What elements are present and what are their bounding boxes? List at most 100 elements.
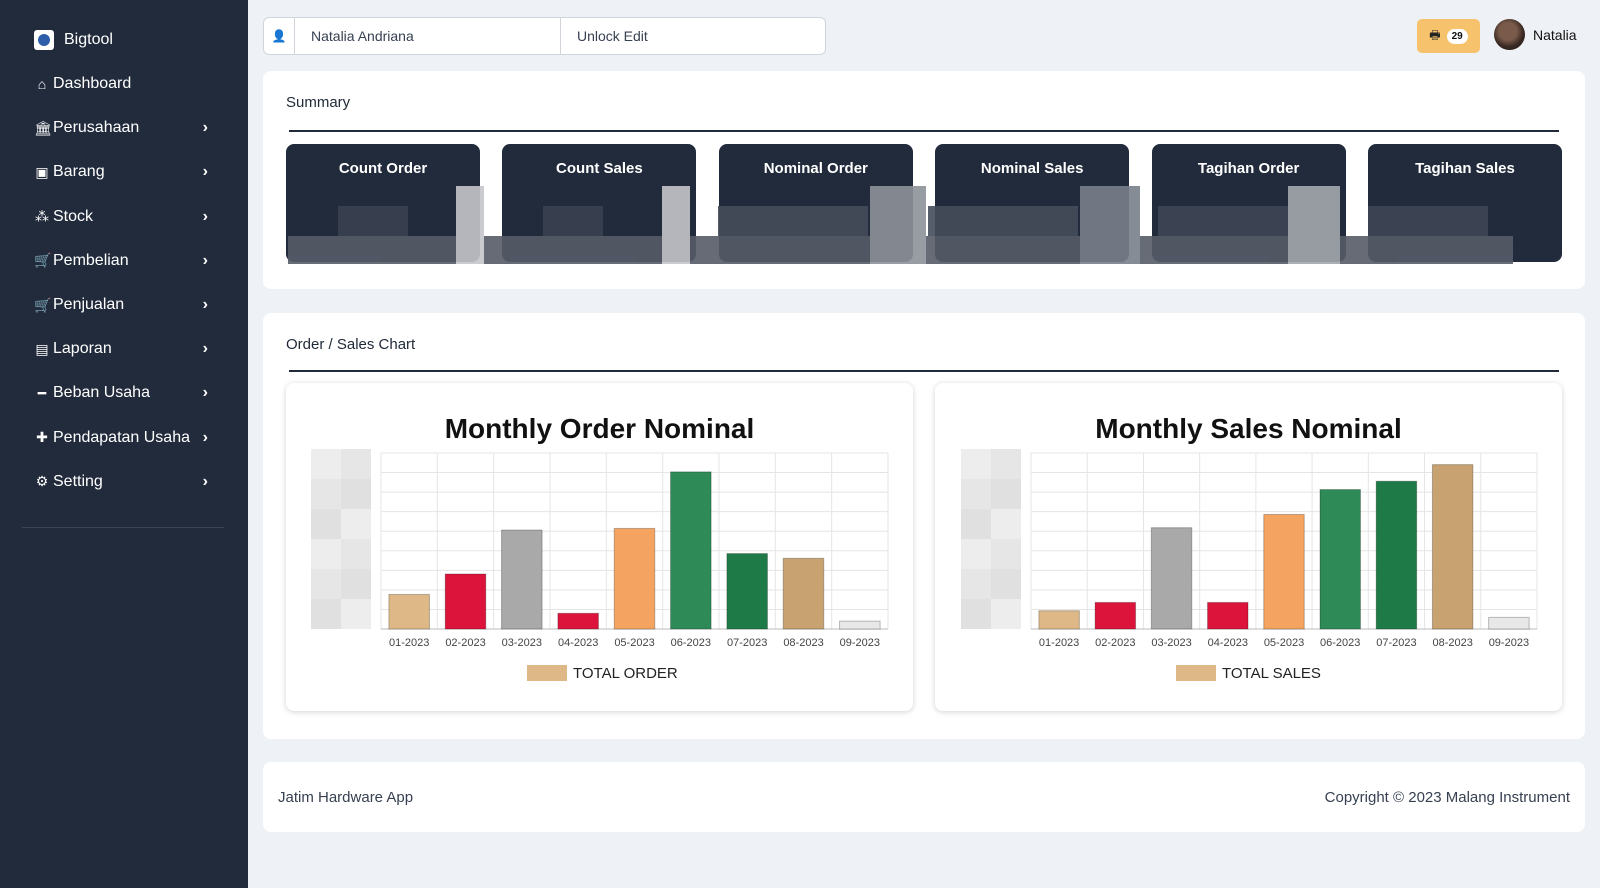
avatar: [1494, 19, 1525, 50]
summary-tile-count-sales: Count Sales: [502, 144, 697, 262]
cubes-icon: ⁂: [35, 208, 49, 225]
summary-tile-nominal-sales: Nominal Sales: [935, 144, 1130, 262]
x-tick-label: 05-2023: [614, 637, 654, 649]
summary-tile-label: Nominal Order: [763, 160, 868, 177]
printer-icon: 🖶: [1429, 27, 1441, 42]
sidebar-divider: [22, 527, 224, 528]
notification-count-badge: 29: [1446, 28, 1468, 44]
x-tick-label: 09-2023: [840, 637, 880, 649]
cart-plus-icon: 🛒: [34, 296, 52, 313]
chart-title: Monthly Order Nominal: [445, 413, 755, 444]
chart-bar[interactable]: [670, 471, 712, 630]
unlock-edit-button[interactable]: Unlock Edit: [561, 18, 825, 54]
footer: Jatim Hardware App Copyright © 2023 Mala…: [263, 762, 1585, 832]
sidebar-item-beban-usaha[interactable]: ━ Beban Usaha ›: [0, 371, 248, 415]
summary-tile-count-order: Count Order: [286, 144, 480, 262]
sidebar-item-label: Penjualan: [53, 296, 125, 314]
x-tick-label: 06-2023: [1320, 637, 1360, 649]
sidebar-item-dashboard[interactable]: ⌂ Dashboard: [0, 62, 248, 106]
chart-bar[interactable]: [782, 557, 825, 630]
chart-bar[interactable]: [1094, 601, 1137, 630]
x-tick-label: 01-2023: [1039, 637, 1079, 649]
chevron-right-icon: ›: [202, 340, 208, 358]
legend-swatch[interactable]: [527, 665, 567, 681]
chart-bar[interactable]: [557, 612, 599, 630]
brand-name: Bigtool: [64, 31, 113, 48]
sidebar-item-pendapatan-usaha[interactable]: ✚ Pendapatan Usaha ›: [0, 416, 248, 460]
sidebar-item-setting[interactable]: ⚙ Setting ›: [0, 460, 248, 504]
summary-divider: [289, 130, 1559, 132]
chart-bar[interactable]: [1207, 601, 1249, 630]
sidebar-item-pembelian[interactable]: 🛒 Pembelian ›: [0, 239, 248, 283]
x-tick-label: 07-2023: [727, 637, 767, 649]
sidebar-item-label: Setting: [53, 472, 103, 490]
summary-tile-label: Count Order: [338, 160, 428, 177]
chart-title: Monthly Sales Nominal: [1095, 413, 1402, 444]
charts-card: Order / Sales Chart Monthly Order Nomina…: [263, 313, 1585, 739]
sidebar-item-label: Laporan: [53, 340, 112, 358]
sidebar-item-penjualan[interactable]: 🛒 Penjualan ›: [0, 283, 248, 327]
chevron-right-icon: ›: [202, 428, 208, 446]
summary-tiles: Count Order Count Sales Nominal Order Nomin…: [286, 144, 1562, 262]
print-notification-button[interactable]: 🖶 29: [1417, 19, 1480, 53]
chart-bar[interactable]: [1263, 513, 1305, 630]
x-tick-label: 03-2023: [502, 637, 542, 649]
brand[interactable]: Bigtool: [34, 28, 113, 52]
user-menu[interactable]: Natalia: [1494, 19, 1577, 50]
chart-bar[interactable]: [1038, 610, 1080, 630]
user-name-field[interactable]: Natalia Andriana: [295, 18, 561, 54]
book-icon: ▤: [35, 340, 49, 357]
chart-bar[interactable]: [444, 573, 487, 630]
summary-card: Summary Count Order Count Sales Nominal Or…: [263, 71, 1585, 289]
summary-tile-tagihan-order: Tagihan Order: [1151, 144, 1346, 262]
chart-bar[interactable]: [1319, 489, 1361, 630]
brand-logo-icon: [34, 30, 54, 50]
cart-icon: 🛒: [34, 252, 52, 269]
chevron-right-icon: ›: [202, 296, 208, 314]
chart-bar[interactable]: [388, 593, 430, 630]
x-tick-label: 02-2023: [445, 637, 485, 649]
box-icon: ▣: [35, 163, 49, 180]
chart-bar[interactable]: [839, 620, 881, 630]
summary-tile-nominal-order: Nominal Order: [718, 144, 913, 262]
sidebar: Bigtool ⌂ Dashboard 🏛 Perusahaan › ▣ Barang › ⁂ S…: [0, 0, 248, 888]
x-tick-label: 08-2023: [783, 637, 823, 649]
summary-tile-label: Tagihan Order: [1197, 160, 1300, 177]
sidebar-item-label: Dashboard: [53, 75, 132, 93]
chevron-right-icon: ›: [202, 163, 208, 181]
summary-tile-label: Count Sales: [556, 160, 643, 177]
charts-divider: [289, 370, 1559, 372]
home-icon: ⌂: [37, 76, 47, 93]
sales-chart-panel: Monthly Sales Nominal 01-2023 02-2023 03-20…: [935, 383, 1562, 711]
legend-swatch[interactable]: [1176, 665, 1216, 681]
legend-label[interactable]: TOTAL ORDER: [573, 665, 678, 682]
sidebar-item-label: Pendapatan Usaha: [53, 428, 190, 446]
x-tick-label: 02-2023: [1095, 637, 1135, 649]
chart-bar[interactable]: [726, 553, 768, 630]
sidebar-item-barang[interactable]: ▣ Barang ›: [0, 150, 248, 194]
sidebar-item-label: Barang: [53, 163, 105, 181]
chart-bar[interactable]: [1150, 527, 1193, 630]
chevron-right-icon: ›: [202, 251, 208, 269]
chart-bar[interactable]: [1375, 480, 1418, 630]
gears-icon: ⚙: [35, 473, 49, 490]
chart-bar[interactable]: [1431, 464, 1474, 630]
sidebar-item-laporan[interactable]: ▤ Laporan ›: [0, 327, 248, 371]
user-icon: 👤: [264, 18, 295, 54]
summary-tile-label: Tagihan Sales: [1415, 160, 1515, 177]
x-tick-label: 07-2023: [1376, 637, 1416, 649]
order-chart-panel: Monthly Order Nominal 01-2023 02-2023 03-20…: [286, 383, 913, 711]
sidebar-item-perusahaan[interactable]: 🏛 Perusahaan ›: [0, 106, 248, 150]
chevron-right-icon: ›: [202, 384, 208, 402]
chart-bar[interactable]: [501, 529, 543, 630]
chart-bar[interactable]: [613, 527, 656, 630]
sidebar-item-label: Pembelian: [53, 251, 129, 269]
chart-bar[interactable]: [1488, 616, 1530, 630]
legend-label[interactable]: TOTAL SALES: [1222, 665, 1321, 682]
sidebar-nav: ⌂ Dashboard 🏛 Perusahaan › ▣ Barang › ⁂ Stock › 🛒 Pe…: [0, 62, 248, 504]
x-tick-label: 01-2023: [389, 637, 429, 649]
sidebar-item-stock[interactable]: ⁂ Stock ›: [0, 195, 248, 239]
x-tick-label: 06-2023: [671, 637, 711, 649]
footer-app-name: Jatim Hardware App: [278, 789, 414, 806]
chevron-right-icon: ›: [202, 119, 208, 137]
